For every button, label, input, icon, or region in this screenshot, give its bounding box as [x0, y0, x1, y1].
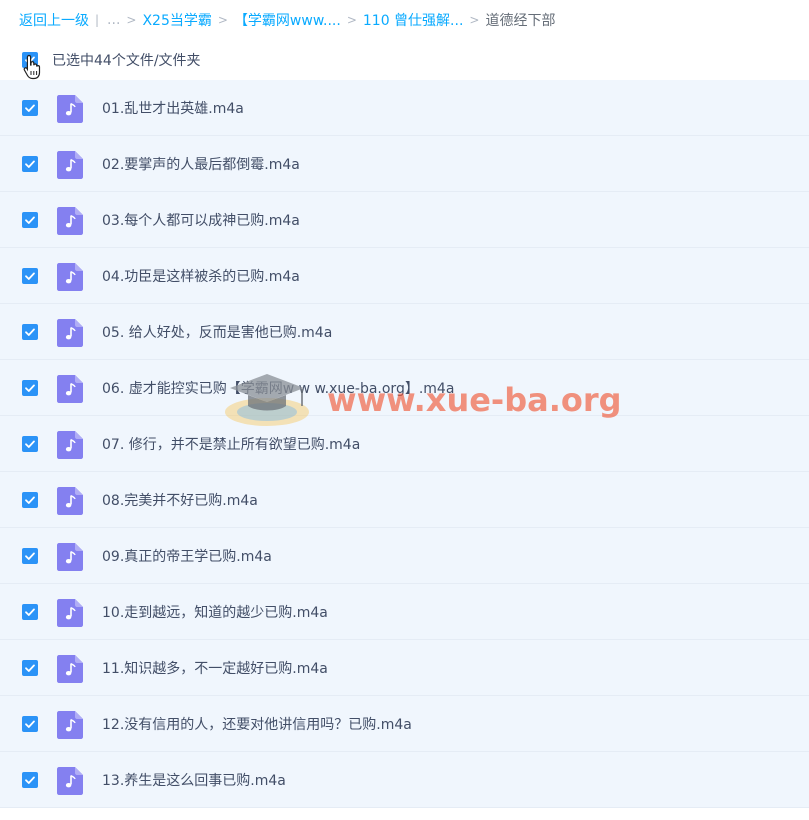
file-row[interactable]: 02.要掌声的人最后都倒霉.m4a — [0, 136, 809, 192]
file-name[interactable]: 01.乱世才出英雄.m4a — [102, 98, 244, 118]
file-row[interactable]: 04.功臣是这样被杀的已购.m4a — [0, 248, 809, 304]
audio-file-icon[interactable] — [57, 711, 83, 739]
audio-file-icon[interactable] — [57, 319, 83, 347]
audio-file-icon[interactable] — [57, 655, 83, 683]
audio-file-icon[interactable] — [57, 375, 83, 403]
file-name[interactable]: 06. 虚才能控实已购【学霸网w w w.xue-ba.org】.m4a — [102, 378, 454, 398]
checkmark-icon — [25, 440, 35, 448]
audio-file-icon[interactable] — [57, 151, 83, 179]
checkmark-icon — [25, 552, 35, 560]
file-row[interactable]: 07. 修行，并不是禁止所有欲望已购.m4a — [0, 416, 809, 472]
checkmark-icon — [25, 608, 35, 616]
file-checkbox[interactable] — [22, 380, 38, 396]
file-checkbox[interactable] — [22, 324, 38, 340]
breadcrumb-divider: | — [95, 13, 100, 27]
file-name[interactable]: 10.走到越远，知道的越少已购.m4a — [102, 602, 328, 622]
file-name[interactable]: 07. 修行，并不是禁止所有欲望已购.m4a — [102, 434, 360, 454]
breadcrumb-item-3[interactable]: 110 曾仕强解... — [363, 10, 464, 30]
file-name[interactable]: 02.要掌声的人最后都倒霉.m4a — [102, 154, 300, 174]
breadcrumb-separator: > — [217, 13, 228, 27]
file-row[interactable]: 10.走到越远，知道的越少已购.m4a — [0, 584, 809, 640]
file-name[interactable]: 05. 给人好处，反而是害他已购.m4a — [102, 322, 332, 342]
breadcrumb-item-1[interactable]: X25当学霸 — [142, 10, 211, 30]
file-name[interactable]: 03.每个人都可以成神已购.m4a — [102, 210, 300, 230]
audio-file-icon[interactable] — [57, 487, 83, 515]
breadcrumb: 返回上一级 | ... > X25当学霸 > 【学霸网www.... > 110… — [19, 10, 555, 30]
checkmark-icon — [25, 272, 35, 280]
checkmark-icon — [25, 496, 35, 504]
audio-file-icon[interactable] — [57, 95, 83, 123]
file-row[interactable]: 09.真正的帝王学已购.m4a — [0, 528, 809, 584]
file-row[interactable]: 05. 给人好处，反而是害他已购.m4a — [0, 304, 809, 360]
file-row[interactable]: 01.乱世才出英雄.m4a — [0, 80, 809, 136]
checkmark-icon — [25, 216, 35, 224]
file-name[interactable]: 04.功臣是这样被杀的已购.m4a — [102, 266, 300, 286]
file-row[interactable]: 08.完美并不好已购.m4a — [0, 472, 809, 528]
checkmark-icon — [25, 328, 35, 336]
breadcrumb-item-2[interactable]: 【学霸网www.... — [234, 10, 341, 30]
file-name[interactable]: 12.没有信用的人，还要对他讲信用吗？已购.m4a — [102, 714, 412, 734]
breadcrumb-separator: > — [126, 13, 137, 27]
file-list: 01.乱世才出英雄.m4a 02.要掌声的人最后都倒霉.m4a 03.每个人都可以成… — [0, 80, 809, 808]
hand-pointer-icon — [23, 54, 41, 80]
file-checkbox[interactable] — [22, 548, 38, 564]
file-checkbox[interactable] — [22, 436, 38, 452]
checkmark-icon — [25, 384, 35, 392]
checkmark-icon — [25, 776, 35, 784]
file-checkbox[interactable] — [22, 772, 38, 788]
audio-file-icon[interactable] — [57, 767, 83, 795]
checkmark-icon — [25, 104, 35, 112]
file-row[interactable]: 11.知识越多，不一定越好已购.m4a — [0, 640, 809, 696]
file-name[interactable]: 11.知识越多，不一定越好已购.m4a — [102, 658, 328, 678]
checkmark-icon — [25, 664, 35, 672]
breadcrumb-ellipsis[interactable]: ... — [107, 12, 120, 28]
audio-file-icon[interactable] — [57, 431, 83, 459]
file-row[interactable]: 03.每个人都可以成神已购.m4a — [0, 192, 809, 248]
file-row[interactable]: 13.养生是这么回事已购.m4a — [0, 752, 809, 808]
file-checkbox[interactable] — [22, 660, 38, 676]
audio-file-icon[interactable] — [57, 599, 83, 627]
file-row[interactable]: 06. 虚才能控实已购【学霸网w w w.xue-ba.org】.m4a — [0, 360, 809, 416]
file-checkbox[interactable] — [22, 268, 38, 284]
audio-file-icon[interactable] — [57, 207, 83, 235]
selection-bar: 已选中44个文件/文件夹 — [22, 50, 201, 70]
checkmark-icon — [25, 160, 35, 168]
breadcrumb-separator: > — [346, 13, 357, 27]
file-row[interactable]: 12.没有信用的人，还要对他讲信用吗？已购.m4a — [0, 696, 809, 752]
breadcrumb-separator: > — [469, 13, 480, 27]
file-checkbox[interactable] — [22, 100, 38, 116]
file-checkbox[interactable] — [22, 212, 38, 228]
file-checkbox[interactable] — [22, 156, 38, 172]
file-checkbox[interactable] — [22, 604, 38, 620]
file-name[interactable]: 08.完美并不好已购.m4a — [102, 490, 258, 510]
file-name[interactable]: 13.养生是这么回事已购.m4a — [102, 770, 286, 790]
selection-count-label: 已选中44个文件/文件夹 — [52, 53, 201, 69]
checkmark-icon — [25, 720, 35, 728]
file-name[interactable]: 09.真正的帝王学已购.m4a — [102, 546, 272, 566]
back-link[interactable]: 返回上一级 — [19, 10, 89, 30]
breadcrumb-current: 道德经下部 — [485, 13, 556, 29]
file-checkbox[interactable] — [22, 492, 38, 508]
audio-file-icon[interactable] — [57, 543, 83, 571]
audio-file-icon[interactable] — [57, 263, 83, 291]
file-checkbox[interactable] — [22, 716, 38, 732]
